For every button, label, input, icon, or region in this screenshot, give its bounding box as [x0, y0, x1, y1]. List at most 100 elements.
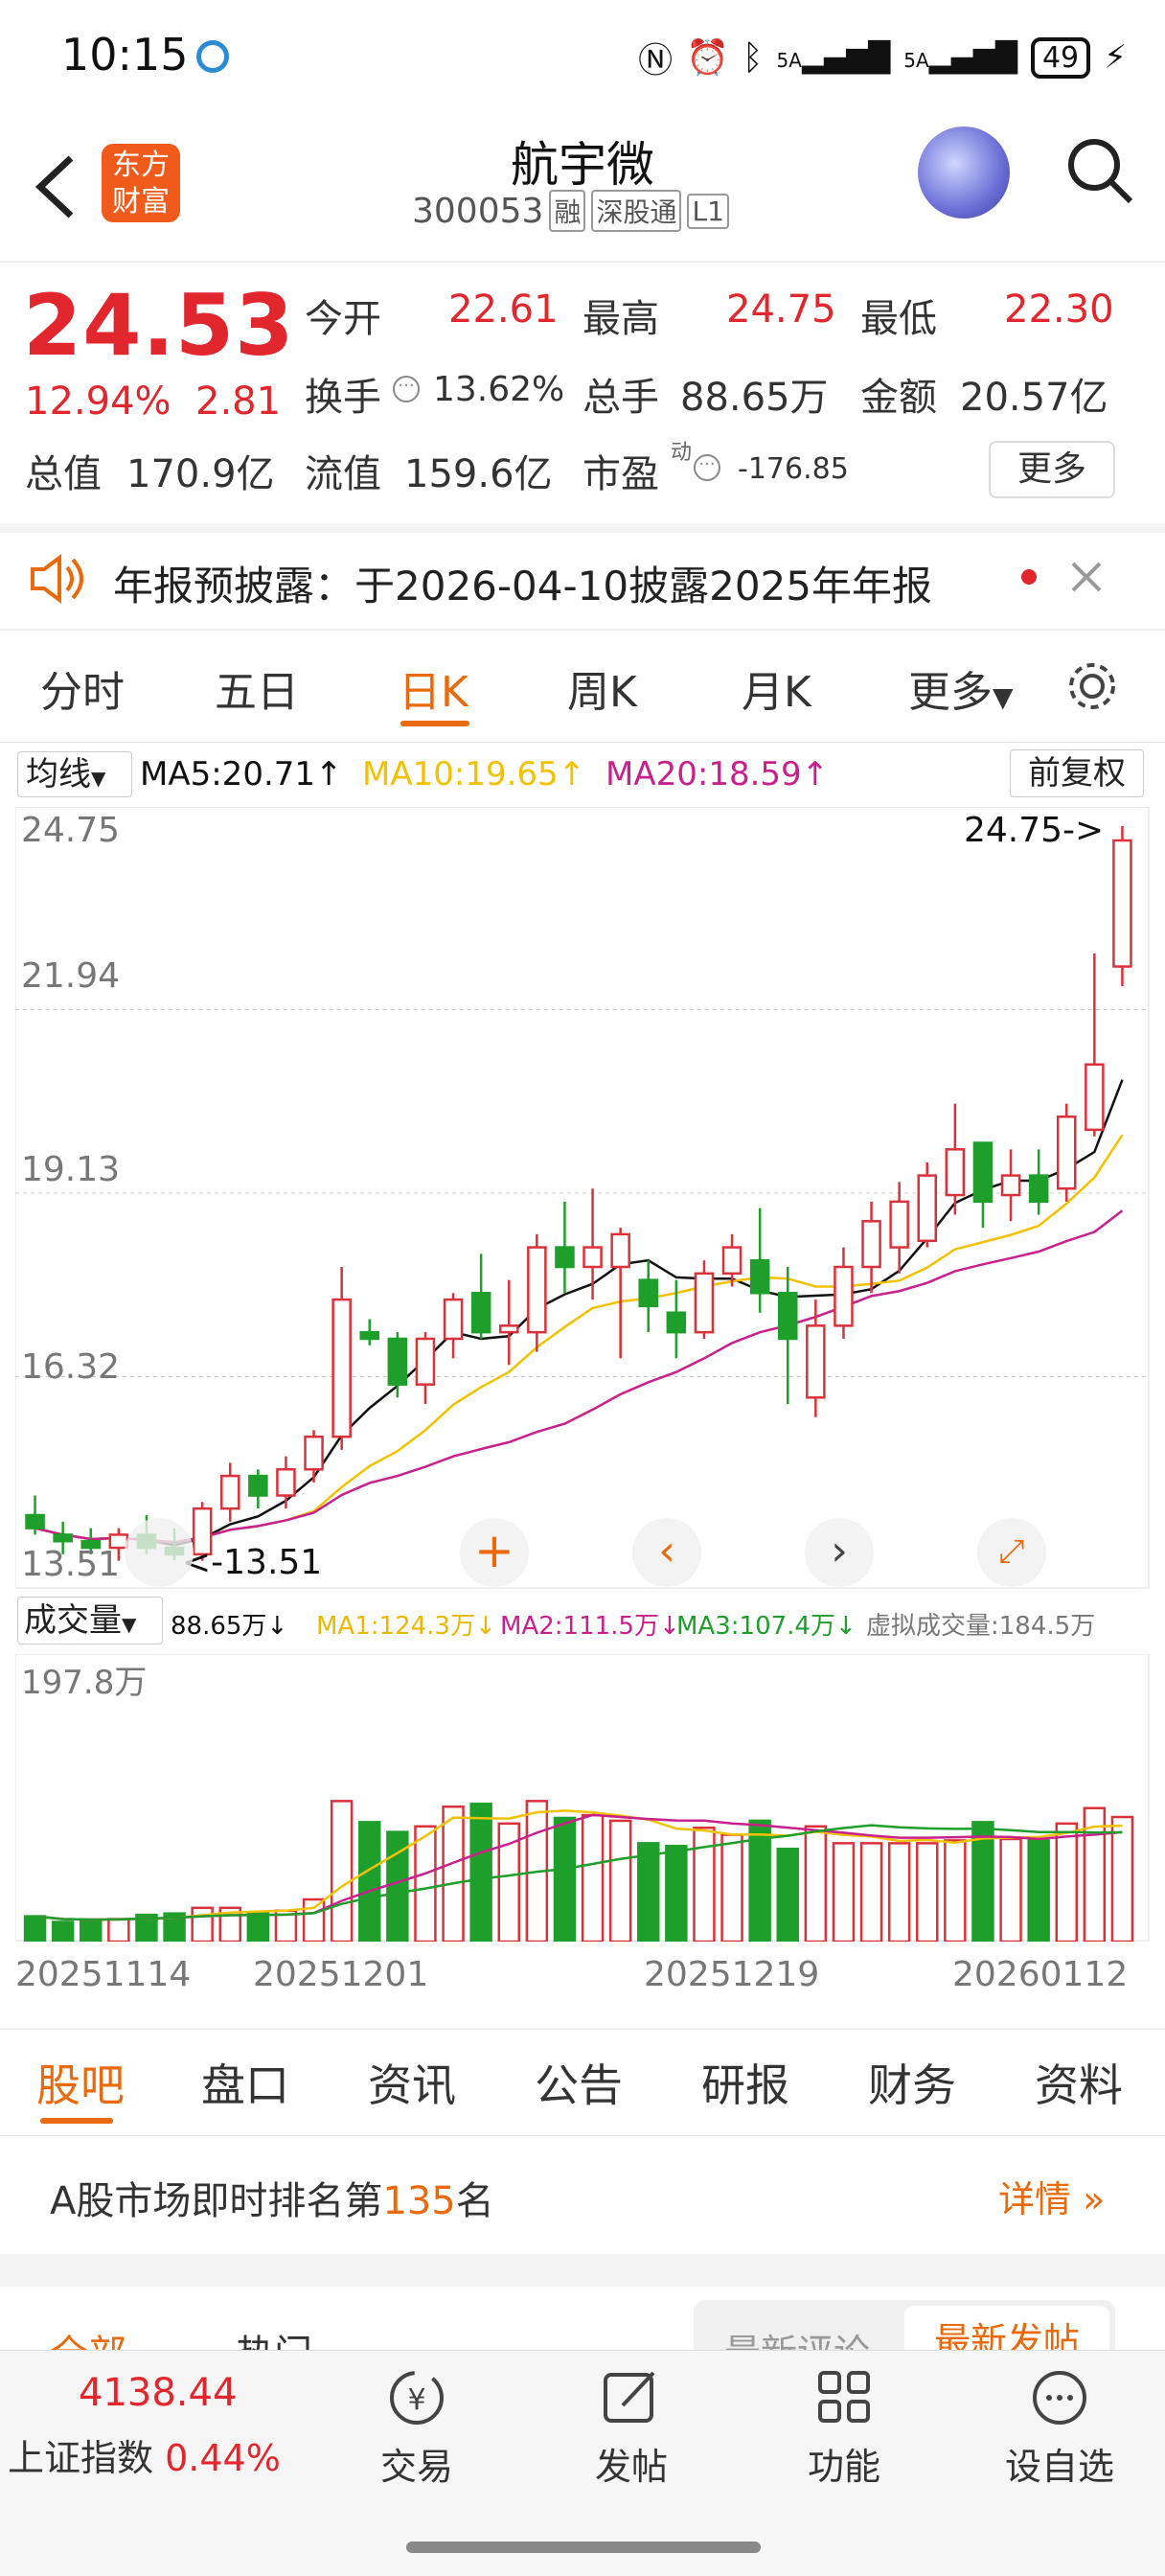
axis-label-3: 19.13 — [21, 1150, 121, 1189]
tab-research[interactable]: 研报 — [701, 2051, 789, 2114]
tab-book[interactable]: 盘口 — [201, 2051, 289, 2114]
battery-icon: 49 — [1030, 36, 1091, 79]
candle-body — [304, 1435, 324, 1471]
status-time: 10:15 — [61, 29, 189, 80]
high-label: 最高 — [582, 297, 659, 341]
candle-body — [555, 1246, 575, 1269]
zoom-out-button[interactable] — [125, 1518, 194, 1587]
bluetooth-icon: ᛒ — [742, 37, 764, 78]
volume-bar — [832, 1842, 856, 1942]
svg-text:¥: ¥ — [407, 2383, 425, 2417]
pe-info-icon[interactable]: ··· — [694, 454, 720, 481]
volume-bar — [191, 1906, 214, 1942]
index-name[interactable]: 上证指数 0.44% — [8, 2428, 281, 2481]
indicator-select[interactable]: 均线▼ — [17, 751, 132, 797]
candle-body — [721, 1246, 742, 1276]
volume-indicator-select[interactable]: 成交量▼ — [17, 1597, 163, 1644]
candle-body — [443, 1298, 464, 1341]
sync-icon — [196, 40, 229, 73]
tab-announce[interactable]: 公告 — [535, 2051, 623, 2114]
pe-label: 市盈 — [582, 452, 659, 496]
status-icons: Ⓝ ⏰ ᛒ 5A▂▄▆█ 5A▂▄▆█ 49 ⚡ — [638, 33, 1127, 82]
axis-label-4: 16.32 — [21, 1347, 121, 1387]
candle-body — [1112, 839, 1132, 968]
tab-finance[interactable]: 财务 — [868, 2051, 956, 2114]
high-marker: 24.75-> — [964, 811, 1105, 850]
date-3: 20251219 — [644, 1955, 820, 1994]
last-price: 24.53 — [23, 276, 295, 375]
volume-bar — [887, 1842, 911, 1942]
robot-avatar[interactable] — [918, 126, 1010, 218]
candle-body — [889, 1200, 909, 1249]
tag-level: L1 — [687, 193, 729, 229]
search-icon[interactable] — [1063, 134, 1136, 207]
high-value: 24.75 — [726, 288, 836, 332]
open-value: 22.61 — [448, 288, 559, 332]
nav-trade[interactable]: ¥ 交易 — [364, 2367, 469, 2490]
low-label: 最低 — [860, 297, 937, 341]
tag-connect: 深股通 — [591, 190, 682, 232]
candle-body — [1056, 1116, 1077, 1190]
vol-ma3: MA3:107.4万↓ — [676, 1612, 857, 1641]
candle-body — [666, 1311, 687, 1334]
tab-news[interactable]: 资讯 — [368, 2051, 456, 2114]
candle-body — [1085, 1063, 1105, 1132]
rank-detail-link[interactable]: 详情 » — [998, 2170, 1105, 2222]
candle-body — [415, 1337, 436, 1386]
axis-label-min: 13.51 — [21, 1545, 121, 1584]
nav-watchlist[interactable]: 设自选 — [993, 2367, 1127, 2490]
tab-monthly-k[interactable]: 月K — [742, 657, 811, 719]
vol-axis-max: 197.8万 — [21, 1664, 148, 1702]
candle-body — [917, 1174, 938, 1242]
nav-functions[interactable]: 功能 — [791, 2367, 897, 2490]
tab-intraday[interactable]: 分时 — [40, 657, 125, 719]
tab-profile[interactable]: 资料 — [1035, 2051, 1123, 2114]
candle-body — [248, 1474, 268, 1497]
adjust-button[interactable]: 前复权 — [1010, 749, 1144, 797]
scroll-left-button[interactable]: ‹ — [632, 1518, 701, 1587]
tab-more[interactable]: 更多▼ — [908, 657, 1014, 719]
candle-body — [638, 1278, 659, 1308]
candle-body — [359, 1330, 380, 1341]
volume-chart[interactable] — [15, 1654, 1150, 1942]
index-value[interactable]: 4138.44 — [79, 2371, 237, 2415]
volume-bar — [107, 1918, 130, 1942]
turnover-label: 换手 — [305, 376, 381, 420]
zoom-in-button[interactable]: + — [460, 1518, 529, 1587]
candle-body — [945, 1148, 966, 1197]
scroll-right-button[interactable]: › — [805, 1518, 874, 1587]
amount-label: 金额 — [860, 376, 937, 420]
info-icon[interactable]: ··· — [393, 376, 420, 402]
close-icon[interactable] — [1069, 560, 1104, 594]
volume-bar — [442, 1806, 465, 1942]
tab-indicator — [400, 721, 469, 726]
notice-text[interactable]: 年报预披露：于2026-04-10披露2025年年报 — [113, 554, 932, 612]
gear-icon[interactable] — [1063, 657, 1121, 715]
vol-value: 88.65万↓ — [171, 1612, 288, 1641]
candlestick-chart[interactable] — [15, 807, 1150, 1589]
date-2: 20251201 — [253, 1955, 429, 1994]
candle-body — [1000, 1174, 1021, 1197]
vol-ma1: MA1:124.3万↓ — [316, 1612, 496, 1641]
nav-post[interactable]: 发帖 — [579, 2367, 684, 2490]
volume-bar — [916, 1842, 939, 1942]
tab-daily-k[interactable]: 日K — [399, 657, 468, 719]
volume-bar — [944, 1839, 967, 1942]
grid-icon — [818, 2371, 870, 2423]
low-value: 22.30 — [1004, 288, 1114, 332]
tab-weekly-k[interactable]: 周K — [567, 657, 637, 719]
volume-bar — [608, 1819, 632, 1942]
tab-five-day[interactable]: 五日 — [215, 657, 299, 719]
candle-body — [806, 1324, 826, 1399]
volume-bar — [51, 1920, 75, 1942]
volume-bar — [859, 1842, 883, 1942]
speaker-icon — [31, 554, 83, 604]
more-button[interactable]: 更多 — [989, 441, 1115, 498]
volume-bar — [553, 1816, 577, 1942]
fullscreen-icon[interactable]: ⤢ — [977, 1518, 1046, 1587]
tab-forum[interactable]: 股吧 — [36, 2051, 125, 2114]
home-indicator — [406, 2542, 761, 2553]
float-label: 流值 — [305, 452, 381, 496]
volume-bar — [581, 1813, 605, 1942]
volume-bar — [330, 1800, 354, 1942]
